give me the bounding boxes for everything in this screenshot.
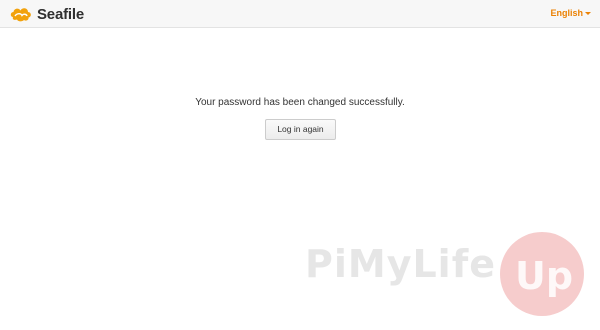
language-selector[interactable]: English bbox=[550, 8, 591, 18]
success-message: Your password has been changed successfu… bbox=[195, 97, 405, 108]
language-label: English bbox=[550, 8, 583, 18]
seafile-cloud-icon bbox=[9, 5, 33, 23]
watermark-circle bbox=[500, 232, 584, 316]
log-in-again-button[interactable]: Log in again bbox=[265, 119, 336, 140]
logo-text: Seafile bbox=[37, 5, 84, 23]
seafile-logo[interactable]: Seafile bbox=[9, 4, 84, 24]
top-header: Seafile English bbox=[0, 0, 600, 28]
watermark-up-text: Up bbox=[515, 254, 574, 298]
watermark-text: PiMyLife bbox=[305, 242, 497, 286]
caret-down-icon bbox=[585, 11, 591, 15]
watermark: PiMyLife Up bbox=[305, 232, 595, 322]
